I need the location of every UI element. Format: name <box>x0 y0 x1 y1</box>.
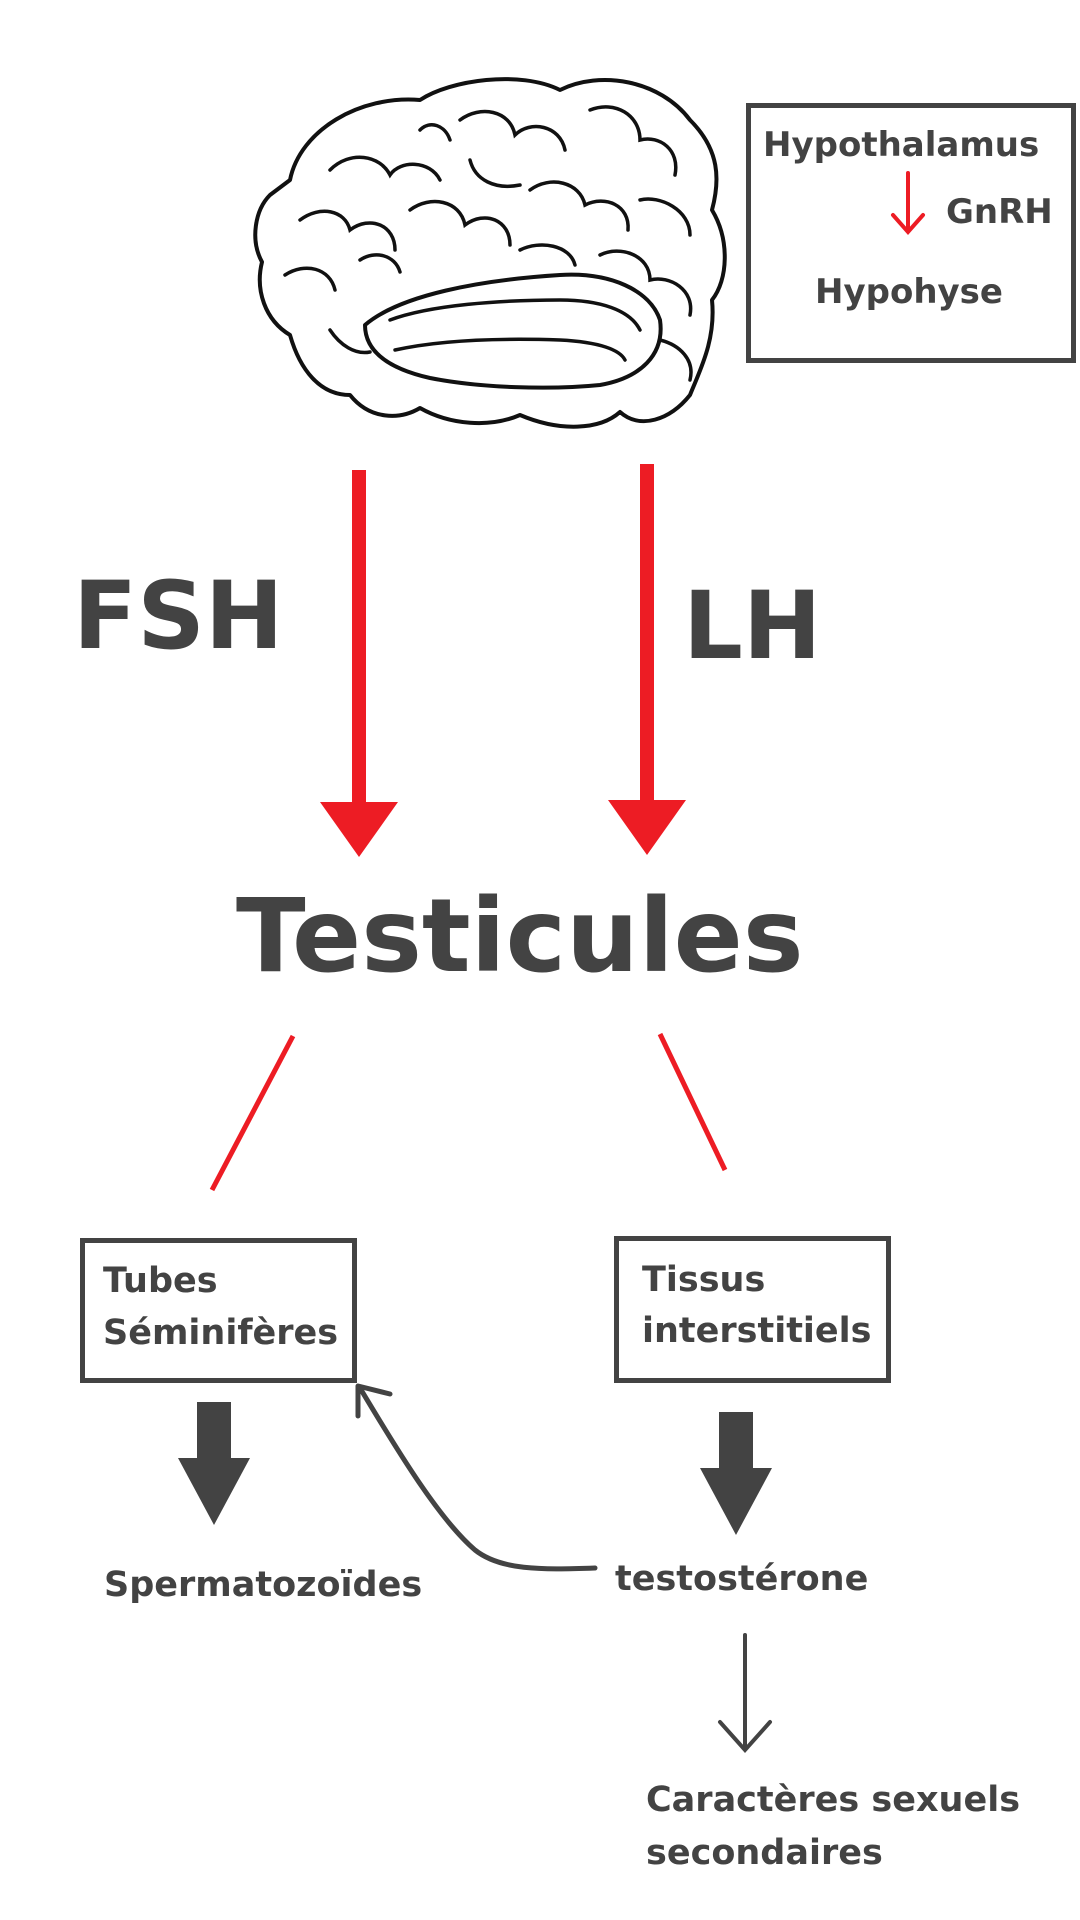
lh-arrow <box>608 464 686 855</box>
tissus-interstitiels-box <box>614 1236 891 1383</box>
right-branch-line <box>657 1032 728 1172</box>
tissus-label-line2: interstitiels <box>642 1311 872 1351</box>
spermatozoides-label: Spermatozoïdes <box>104 1565 423 1605</box>
caracteres-label-line1: Caractères sexuels <box>646 1780 1021 1820</box>
tubes-seminiferes-box <box>80 1238 357 1383</box>
gnrh-label: GnRH <box>946 192 1053 232</box>
left-branch-line <box>209 1034 296 1192</box>
tubes-label-line1: Tubes <box>103 1261 218 1301</box>
feedback-arrow <box>355 1383 598 1572</box>
caracteres-label-line2: secondaires <box>646 1833 883 1873</box>
lh-label: LH <box>683 572 822 681</box>
spermatozoides-arrow <box>178 1402 250 1525</box>
fsh-arrow <box>320 470 398 857</box>
hypophyse-label: Hypohyse <box>815 272 1003 312</box>
testosterone-label: testostérone <box>615 1559 869 1599</box>
tissus-label-line1: Tissus <box>642 1260 766 1300</box>
fsh-label: FSH <box>73 562 284 671</box>
hypothalamus-label: Hypothalamus <box>763 125 1040 165</box>
testosterone-arrow <box>700 1412 772 1535</box>
characteristics-arrow <box>718 1633 772 1754</box>
tubes-label-line2: Séminifères <box>103 1313 339 1353</box>
testicules-title: Testicules <box>236 877 804 996</box>
